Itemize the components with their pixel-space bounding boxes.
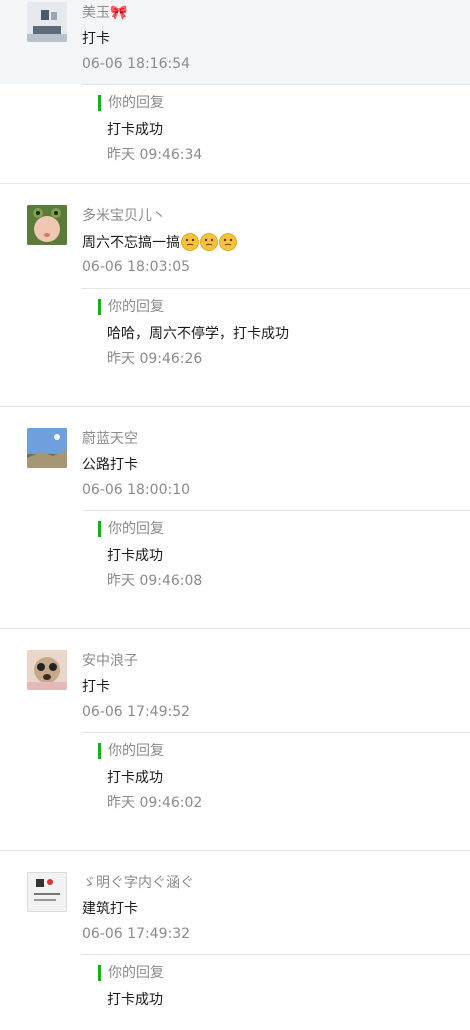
reply-block: 你的回复 打卡成功 昨天 09:46:34 [82,84,470,184]
avatar[interactable] [27,872,67,912]
reply-label: 你的回复 [98,965,164,981]
comment-text: 公路打卡 [82,457,138,473]
comment-time: 06-06 17:49:32 [82,926,191,942]
comment-time: 06-06 18:00:10 [82,482,191,498]
reply-label: 你的回复 [98,521,164,537]
nickname: ゞ明ぐ字内ぐ涵ぐ [82,875,194,891]
puppy-photo-icon [27,650,67,690]
comment-time: 06-06 18:03:05 [82,259,191,275]
reply-time: 昨天 09:46:34 [107,147,203,163]
reply-time: 昨天 09:46:02 [107,795,203,811]
avatar[interactable] [27,650,67,690]
comment-time: 06-06 17:49:52 [82,704,191,720]
thinking-face-emoji-icon [181,233,199,251]
nickname: 多米宝贝儿丶 [82,208,166,224]
comment-item[interactable]: 多米宝贝儿丶 周六不忘搞一搞 06-06 18:03:05 你的回复 哈哈，周六… [0,203,470,407]
calligraphy-card-photo-icon [28,873,66,911]
reply-text: 打卡成功 [107,770,163,786]
comment-time: 06-06 18:16:54 [82,56,191,72]
comment-header: 安中浪子 打卡 06-06 17:49:52 [0,648,470,732]
nickname: 安中浪子 [82,653,138,669]
comment-text: 周六不忘搞一搞 [82,233,237,252]
nickname: 蔚蓝天空 [82,431,138,447]
comment-text-body: 周六不忘搞一搞 [82,235,180,251]
comment-text: 打卡 [82,679,110,695]
reply-label: 你的回复 [98,743,164,759]
comment-header: 多米宝贝儿丶 周六不忘搞一搞 06-06 18:03:05 [0,203,470,288]
thinking-face-emoji-icon [200,233,218,251]
reply-time: 昨天 09:46:08 [107,573,203,589]
blue-sky-photo-icon [27,428,67,468]
avatar[interactable] [27,428,67,468]
reply-block: 你的回复 打卡成功 昨天 09:46:08 [82,510,470,610]
comment-header: ゞ明ぐ字内ぐ涵ぐ 建筑打卡 06-06 17:49:32 [0,870,470,954]
comment-item[interactable]: ゞ明ぐ字内ぐ涵ぐ 建筑打卡 06-06 17:49:32 你的回复 打卡成功 [0,870,470,1030]
nickname: 美玉🎀 [82,5,128,21]
thinking-face-emoji-icon [219,233,237,251]
comment-text: 打卡 [82,31,110,47]
reply-block: 你的回复 打卡成功 昨天 09:46:02 [82,732,470,832]
reply-label: 你的回复 [98,95,164,111]
reply-time: 昨天 09:46:26 [107,351,203,367]
comment-header: 蔚蓝天空 公路打卡 06-06 18:00:10 [0,426,470,510]
reply-label: 你的回复 [98,299,164,315]
comment-item[interactable]: 蔚蓝天空 公路打卡 06-06 18:00:10 你的回复 打卡成功 昨天 09… [0,426,470,629]
avatar[interactable] [27,205,67,245]
reply-text: 打卡成功 [107,992,163,1008]
baby-frog-hat-photo-icon [27,205,67,245]
comment-text: 建筑打卡 [82,901,138,917]
reply-text: 打卡成功 [107,122,163,138]
comment-header: 美玉🎀 打卡 06-06 18:16:54 [0,0,470,84]
reply-text: 哈哈，周六不停学，打卡成功 [107,326,289,342]
comment-item[interactable]: 安中浪子 打卡 06-06 17:49:52 你的回复 打卡成功 昨天 09:4… [0,648,470,851]
comment-item[interactable]: 美玉🎀 打卡 06-06 18:16:54 你的回复 打卡成功 昨天 09:46… [0,0,470,184]
reply-block: 你的回复 打卡成功 [82,954,470,1011]
comment-list: 美玉🎀 打卡 06-06 18:16:54 你的回复 打卡成功 昨天 09:46… [0,0,470,1030]
living-room-photo-icon [27,2,67,42]
reply-text: 打卡成功 [107,548,163,564]
reply-block: 你的回复 哈哈，周六不停学，打卡成功 昨天 09:46:26 [82,288,470,388]
avatar[interactable] [27,2,67,42]
